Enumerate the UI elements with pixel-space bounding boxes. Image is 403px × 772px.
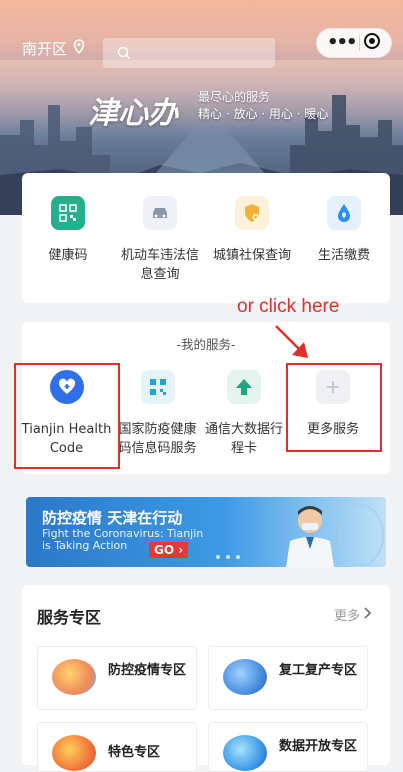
- my-service-travel-card[interactable]: 通信大数据行程卡: [200, 370, 288, 458]
- slogan-line-2: 精心 · 放心 · 用心 · 暖心: [198, 107, 329, 121]
- zone-tile-label: 复工复产专区: [279, 663, 358, 678]
- my-services-title: -我的服务-: [176, 337, 236, 352]
- district-selector[interactable]: 南开区: [22, 38, 85, 59]
- more-label: 更多: [334, 609, 361, 624]
- banner-pagination: [216, 555, 240, 559]
- my-service-national-health-code[interactable]: 国家防疫健康码信息码服务: [115, 370, 200, 458]
- zone-tile-label: 数据开放专区: [279, 739, 358, 754]
- special-illustration-icon: [52, 735, 96, 771]
- qr-code-icon: [51, 196, 85, 230]
- quick-service-health-code[interactable]: 健康码: [22, 196, 114, 284]
- banner-title: 防控疫情 天津在行动: [42, 509, 183, 527]
- search-input[interactable]: [103, 38, 275, 68]
- banner-subtitle-line-2: is Taking Action: [42, 539, 128, 552]
- annotation-arrow-icon: [275, 325, 308, 358]
- quick-service-label: 机动车违法信息查询: [120, 248, 199, 282]
- zone-tile-resume-work[interactable]: 复工复产专区: [208, 646, 368, 710]
- capsule-divider: [358, 35, 360, 51]
- qr-code-icon: [140, 370, 175, 404]
- more-options-icon[interactable]: •••: [327, 34, 357, 52]
- promo-banner[interactable]: 防控疫情 天津在行动 Fight the Coronavirus: Tianji…: [26, 497, 386, 567]
- district-label: 南开区: [22, 40, 68, 58]
- zone-tile-open-data[interactable]: 数据开放专区: [208, 722, 368, 772]
- quick-service-label: 生活缴费: [317, 248, 370, 263]
- location-arrow-icon: [227, 370, 261, 404]
- highlight-box-more-services: [286, 363, 382, 452]
- social-security-icon: [235, 196, 269, 230]
- water-drop-icon: [327, 196, 361, 230]
- epidemic-illustration-icon: [52, 659, 96, 695]
- slogan: 最尽心的服务 精心 · 放心 · 用心 · 暖心: [198, 89, 328, 123]
- resume-work-illustration-icon: [223, 659, 267, 695]
- quick-services-card: 健康码 机动车违法信息查询 城镇社保查询 生活缴费: [22, 173, 390, 303]
- mini-program-capsule: •••: [316, 28, 392, 58]
- highlight-box-health-code: [14, 363, 120, 469]
- chevron-right-icon: [364, 606, 372, 623]
- quick-service-utility-payment[interactable]: 生活缴费: [298, 196, 390, 284]
- brand-logo: 津心办: [88, 96, 178, 131]
- banner-subtitle: Fight the Coronavirus: Tianjin is Taking…: [42, 528, 242, 552]
- banner-go-button[interactable]: GO ›: [149, 542, 189, 558]
- quick-services-grid: 健康码 机动车违法信息查询 城镇社保查询 生活缴费: [22, 196, 390, 284]
- car-icon: [143, 196, 177, 230]
- my-service-label: 国家防疫健康码信息码服务: [118, 422, 197, 456]
- quick-service-vehicle-violation[interactable]: 机动车违法信息查询: [114, 196, 206, 284]
- open-data-illustration-icon: [223, 735, 267, 771]
- quick-service-social-security[interactable]: 城镇社保查询: [206, 196, 298, 284]
- zone-tile-epidemic[interactable]: 防控疫情专区: [37, 646, 197, 710]
- zone-tile-special[interactable]: 特色专区: [37, 722, 197, 772]
- annotation-text: or click here: [237, 296, 340, 317]
- service-zone-more-link[interactable]: 更多: [334, 605, 372, 624]
- search-icon: [117, 45, 131, 64]
- slogan-line-1: 最尽心的服务: [198, 90, 271, 104]
- doctor-illustration-icon: [286, 504, 384, 567]
- service-zone-title: 服务专区: [37, 608, 102, 627]
- my-service-label: 通信大数据行程卡: [204, 422, 283, 456]
- location-pin-icon: [73, 39, 85, 58]
- quick-service-label: 健康码: [48, 248, 88, 263]
- quick-service-label: 城镇社保查询: [212, 248, 291, 263]
- zone-tile-label: 特色专区: [108, 745, 161, 760]
- close-target-icon[interactable]: [363, 32, 381, 54]
- zone-tile-label: 防控疫情专区: [108, 663, 187, 678]
